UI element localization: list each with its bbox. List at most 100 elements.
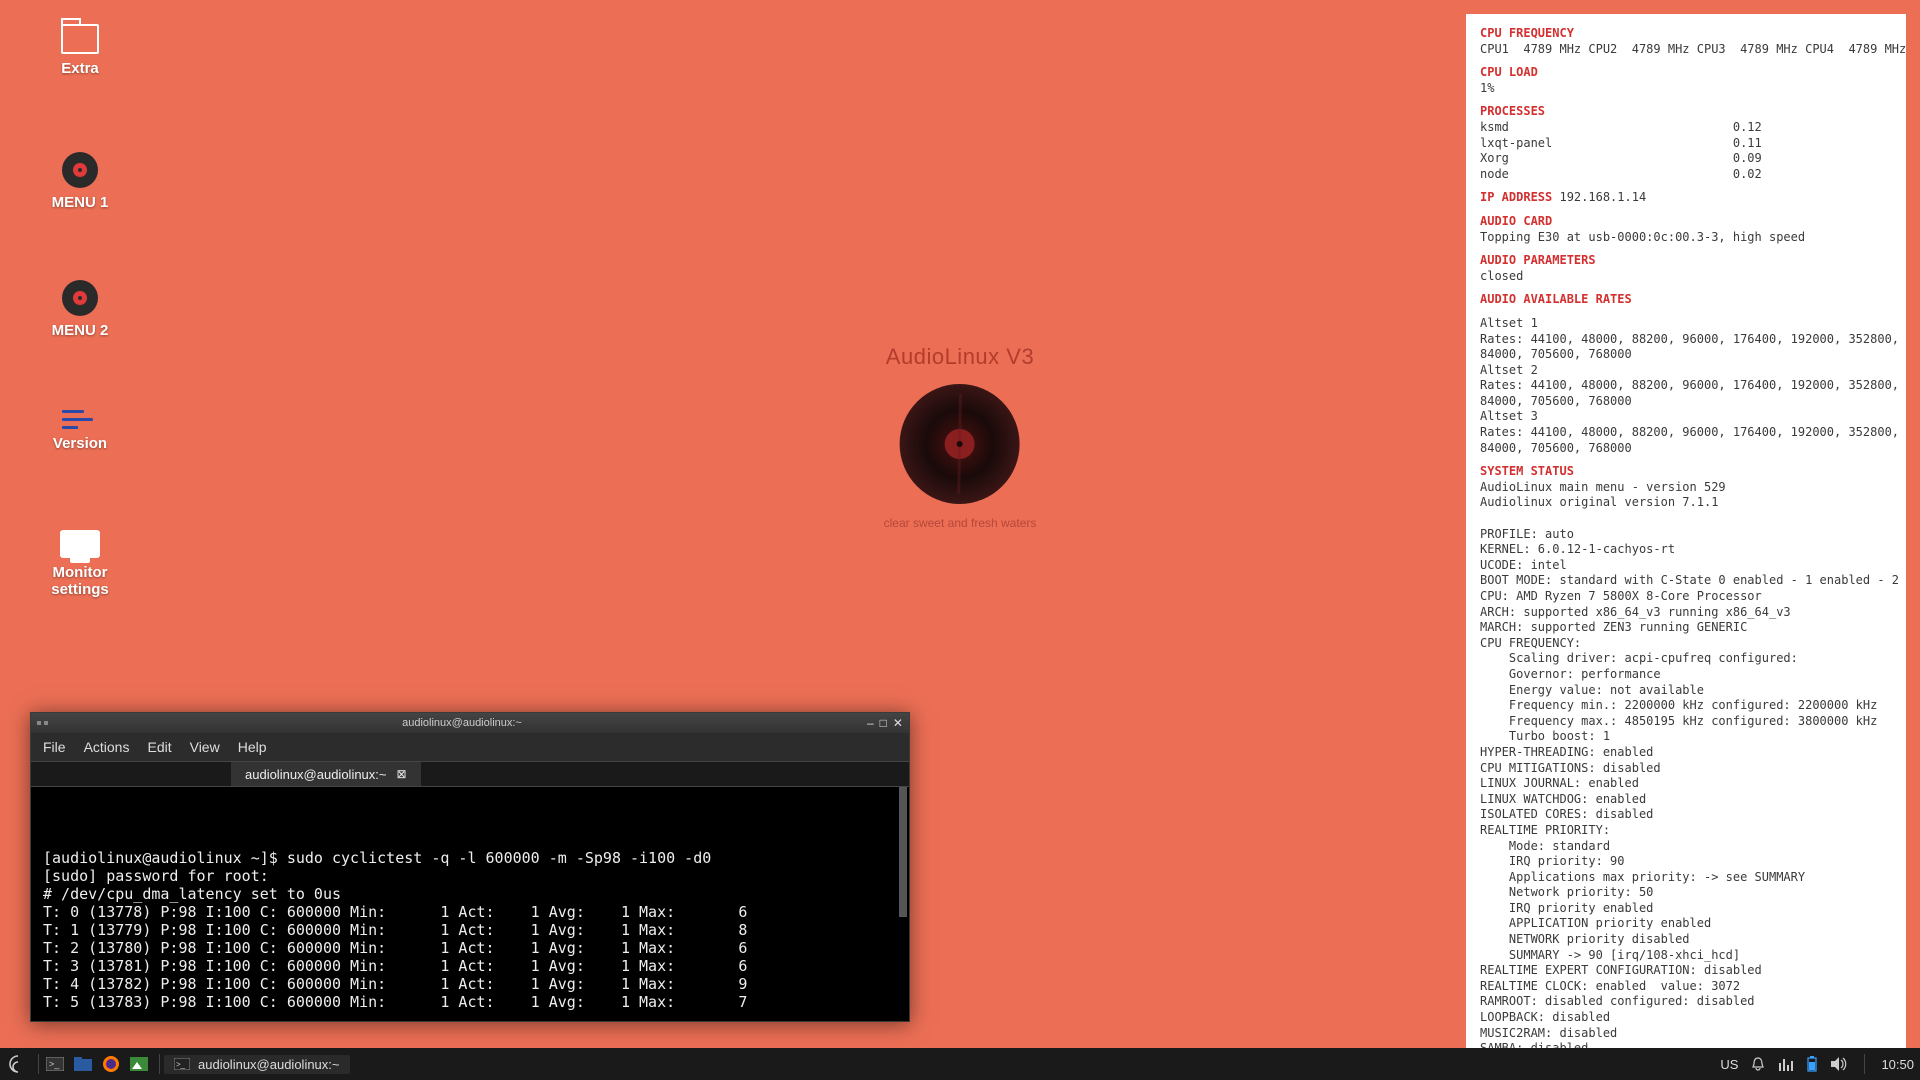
- desktop-icon-menu1[interactable]: MENU 1: [30, 152, 130, 211]
- audio-rate-row: Rates: 44100, 48000, 88200, 96000, 17640…: [1480, 425, 1892, 441]
- audio-rate-row: Rates: 44100, 48000, 88200, 96000, 17640…: [1480, 332, 1892, 348]
- notification-icon[interactable]: [1750, 1056, 1766, 1072]
- svg-text:>_: >_: [176, 1060, 186, 1069]
- window-menu-icon[interactable]: [37, 721, 57, 725]
- terminal-tab[interactable]: audiolinux@audiolinux:~ ⊠: [231, 762, 421, 786]
- system-status-header: SYSTEM STATUS: [1480, 464, 1892, 480]
- system-status-row: ARCH: supported x86_64_v3 running x86_64…: [1480, 605, 1892, 621]
- image-app-icon[interactable]: [127, 1052, 151, 1076]
- terminal-line: T: 5 (13783) P:98 I:100 C: 600000 Min: 1…: [43, 993, 897, 1011]
- system-status-row: MUSIC2RAM: disabled: [1480, 1026, 1892, 1042]
- system-status-row: SUMMARY -> 90 [irq/108-xhci_hcd]: [1480, 948, 1892, 964]
- audio-rate-row: Rates: 44100, 48000, 88200, 96000, 17640…: [1480, 378, 1892, 394]
- desktop-icon-label: MENU 1: [30, 194, 130, 211]
- brand-title: AudioLinux V3: [884, 344, 1037, 370]
- system-status-row: LINUX JOURNAL: enabled: [1480, 776, 1892, 792]
- audio-rate-row: 84000, 705600, 768000: [1480, 394, 1892, 410]
- terminal-line: # /dev/cpu_dma_latency set to 0us: [43, 885, 897, 903]
- desktop-icon-extra[interactable]: Extra: [30, 24, 130, 77]
- terminal-window[interactable]: audiolinux@audiolinux:~ – □ ✕ File Actio…: [30, 712, 910, 1022]
- system-status-row: ISOLATED CORES: disabled: [1480, 807, 1892, 823]
- audio-rate-row: Altset 2: [1480, 363, 1892, 379]
- filemanager-launcher-icon[interactable]: [71, 1052, 95, 1076]
- processes-header: PROCESSES: [1480, 104, 1892, 120]
- system-status-row: BOOT MODE: standard with C-State 0 enabl…: [1480, 573, 1892, 589]
- audio-rates-header: AUDIO AVAILABLE RATES: [1480, 292, 1892, 308]
- window-title: audiolinux@audiolinux:~: [402, 717, 522, 729]
- disc-icon: [30, 280, 130, 316]
- terminal-scrollbar[interactable]: [899, 787, 907, 1021]
- desktop-icon-menu2[interactable]: MENU 2: [30, 280, 130, 339]
- terminal-line: [audiolinux@audiolinux ~]$ sudo cyclicte…: [43, 849, 897, 867]
- monitor-icon: [30, 530, 130, 558]
- menu-help[interactable]: Help: [238, 739, 267, 755]
- terminal-line: T: 3 (13781) P:98 I:100 C: 600000 Min: 1…: [43, 957, 897, 975]
- terminal-line: [sudo] password for root:: [43, 867, 897, 885]
- minimize-button[interactable]: –: [867, 717, 874, 729]
- system-status-row: CPU FREQUENCY:: [1480, 636, 1892, 652]
- audio-rate-row: Altset 3: [1480, 409, 1892, 425]
- terminal-line: T: 0 (13778) P:98 I:100 C: 600000 Min: 1…: [43, 903, 897, 921]
- lines-icon: [30, 410, 130, 429]
- firefox-launcher-icon[interactable]: [99, 1052, 123, 1076]
- terminal-tabbar: audiolinux@audiolinux:~ ⊠: [31, 761, 909, 787]
- terminal-launcher-icon[interactable]: >_: [43, 1052, 67, 1076]
- tab-close-icon[interactable]: ⊠: [397, 767, 407, 781]
- brand-center: AudioLinux V3 clear sweet and fresh wate…: [884, 344, 1037, 530]
- system-status-row: Turbo boost: 1: [1480, 729, 1892, 745]
- system-info-panel: CPU FREQUENCY CPU1 4789 MHz CPU2 4789 MH…: [1466, 14, 1906, 1060]
- taskbar-task-title: audiolinux@audiolinux:~: [198, 1057, 340, 1072]
- app-menu-icon[interactable]: [6, 1052, 30, 1076]
- terminal-icon: >_: [174, 1058, 190, 1070]
- system-status-row: REALTIME PRIORITY:: [1480, 823, 1892, 839]
- system-status-row: AudioLinux main menu - version 529: [1480, 480, 1892, 496]
- system-status-row: Frequency min.: 2200000 kHz configured: …: [1480, 698, 1892, 714]
- cpu-load-value: 1%: [1480, 81, 1892, 97]
- system-status-row: APPLICATION priority enabled: [1480, 916, 1892, 932]
- system-status-row: Applications max priority: -> see SUMMAR…: [1480, 870, 1892, 886]
- desktop-icon-label: MENU 2: [30, 322, 130, 339]
- taskbar-separator: [159, 1054, 160, 1074]
- close-button[interactable]: ✕: [893, 717, 903, 729]
- menu-file[interactable]: File: [43, 739, 66, 755]
- process-row: Xorg 0.09: [1480, 151, 1892, 167]
- clock[interactable]: 10:50: [1881, 1057, 1914, 1072]
- system-status-row: CPU MITIGATIONS: disabled: [1480, 761, 1892, 777]
- keyboard-layout-indicator[interactable]: US: [1720, 1057, 1738, 1072]
- system-status-row: CPU: AMD Ryzen 7 5800X 8-Core Processor: [1480, 589, 1892, 605]
- taskbar-task-terminal[interactable]: >_ audiolinux@audiolinux:~: [164, 1055, 350, 1074]
- system-status-row: Frequency max.: 4850195 kHz configured: …: [1480, 714, 1892, 730]
- desktop-icon-version[interactable]: Version: [30, 410, 130, 452]
- system-status-row: KERNEL: 6.0.12-1-cachyos-rt: [1480, 542, 1892, 558]
- system-status-row: REALTIME EXPERT CONFIGURATION: disabled: [1480, 963, 1892, 979]
- terminal-line: T: 4 (13782) P:98 I:100 C: 600000 Min: 1…: [43, 975, 897, 993]
- desktop-icon-monitor-settings[interactable]: Monitor settings: [30, 530, 130, 598]
- system-status-row: Scaling driver: acpi-cpufreq configured:: [1480, 651, 1892, 667]
- menu-view[interactable]: View: [190, 739, 220, 755]
- audio-params-header: AUDIO PARAMETERS: [1480, 253, 1892, 269]
- brand-tagline: clear sweet and fresh waters: [884, 516, 1037, 530]
- ip-row: IP ADDRESS 192.168.1.14: [1480, 190, 1892, 206]
- volume-icon[interactable]: [1830, 1056, 1848, 1072]
- system-status-row: RAMROOT: disabled configured: disabled: [1480, 994, 1892, 1010]
- terminal-body[interactable]: [audiolinux@audiolinux ~]$ sudo cyclicte…: [31, 787, 909, 1021]
- menu-actions[interactable]: Actions: [84, 739, 130, 755]
- menu-edit[interactable]: Edit: [147, 739, 171, 755]
- maximize-button[interactable]: □: [880, 717, 887, 729]
- audio-params-value: closed: [1480, 269, 1892, 285]
- terminal-line: T: 2 (13780) P:98 I:100 C: 600000 Min: 1…: [43, 939, 897, 957]
- taskbar-separator: [1864, 1054, 1865, 1074]
- desktop-icon-label: Monitor settings: [30, 564, 130, 598]
- desktop-icon-label: Version: [30, 435, 130, 452]
- window-titlebar[interactable]: audiolinux@audiolinux:~ – □ ✕: [31, 713, 909, 733]
- system-status-row: UCODE: intel: [1480, 558, 1892, 574]
- equalizer-icon[interactable]: [1778, 1057, 1794, 1071]
- system-status-row: NETWORK priority disabled: [1480, 932, 1892, 948]
- desktop-icon-label: Extra: [30, 60, 130, 77]
- system-status-row: HYPER-THREADING: enabled: [1480, 745, 1892, 761]
- system-status-row: Mode: standard: [1480, 839, 1892, 855]
- taskbar-separator: [38, 1054, 39, 1074]
- audio-rate-row: 84000, 705600, 768000: [1480, 441, 1892, 457]
- battery-icon[interactable]: [1806, 1056, 1818, 1072]
- system-status-row: PROFILE: auto: [1480, 527, 1892, 543]
